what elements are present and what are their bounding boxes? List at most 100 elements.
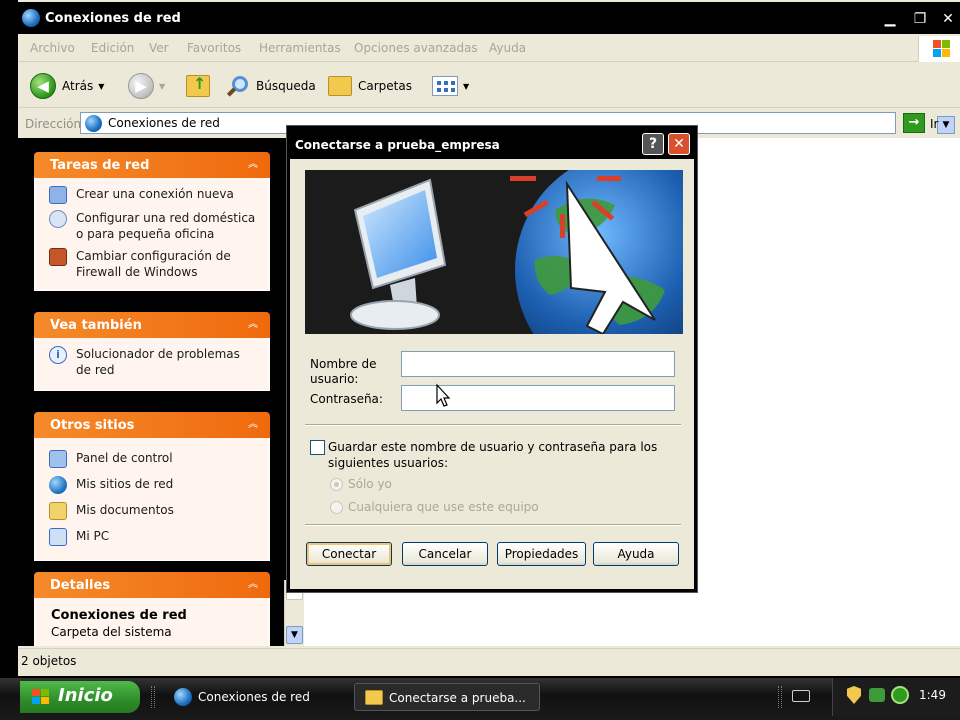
collapse-chevron-icon[interactable]: ︽ xyxy=(245,317,261,333)
dialog-title: Conectarse a prueba_empresa xyxy=(295,138,500,152)
forward-dropdown-icon[interactable]: ▼ xyxy=(159,82,165,91)
place-my-computer[interactable]: Mi PC xyxy=(49,528,259,546)
menu-favoritos[interactable]: Favoritos xyxy=(187,41,241,55)
close-button[interactable]: ✕ xyxy=(938,10,958,28)
username-input[interactable] xyxy=(401,351,675,377)
place-my-documents[interactable]: Mis documentos xyxy=(49,502,259,520)
start-label: Inicio xyxy=(58,685,113,706)
toolbar: ◀ Atrás ▼ ▶ ▼ ↑ Búsqueda Carpetas ▼ xyxy=(18,64,960,108)
panel-other-places: Otros sitios ︽ Panel de control Mis siti… xyxy=(34,412,270,561)
task-troubleshooter[interactable]: i Solucionador de problemas de red xyxy=(49,346,259,378)
status-text: 2 objetos xyxy=(21,654,77,668)
menu-herramientas[interactable]: Herramientas xyxy=(259,41,341,55)
network-connections-icon xyxy=(174,688,192,706)
menu-opciones-avanzadas[interactable]: Opciones avanzadas xyxy=(354,41,478,55)
menu-edicion[interactable]: Edición xyxy=(91,41,134,55)
properties-button[interactable]: Propiedades xyxy=(497,542,586,566)
minimize-button[interactable]: ▁ xyxy=(880,10,900,28)
menu-ayuda[interactable]: Ayuda xyxy=(489,41,526,55)
address-dropdown-icon[interactable]: ▼ xyxy=(937,116,955,134)
window-titlebar[interactable]: Conexiones de red ▁ ❐ ✕ xyxy=(18,2,960,34)
radio-anyone-label: Cualquiera que use este equipo xyxy=(348,500,539,514)
task-label: Crear una conexión nueva xyxy=(76,187,234,201)
panel-details-header[interactable]: Detalles ︽ xyxy=(34,572,270,598)
computer-icon xyxy=(49,528,67,546)
forward-arrow-icon: ▶ xyxy=(128,73,154,99)
place-label: Mi PC xyxy=(76,529,110,543)
menu-ver[interactable]: Ver xyxy=(149,41,169,55)
up-folder-button[interactable]: ↑ xyxy=(186,72,210,100)
desktop: Conexiones de red ▁ ❐ ✕ Archivo Edición … xyxy=(0,0,960,720)
task-label: Conexiones de red xyxy=(198,690,310,704)
menu-bar: Archivo Edición Ver Favoritos Herramient… xyxy=(18,36,960,62)
security-shield-icon[interactable] xyxy=(847,686,861,704)
dialog-help-button[interactable]: Ayuda xyxy=(593,542,679,566)
folders-icon xyxy=(328,76,352,96)
username-label: Nombre de usuario: xyxy=(310,357,377,386)
save-credentials-checkbox[interactable] xyxy=(310,440,325,455)
banner-illustration xyxy=(305,170,683,334)
place-label: Mis sitios de red xyxy=(76,477,174,491)
panel-other-places-header[interactable]: Otros sitios ︽ xyxy=(34,412,270,438)
go-button[interactable]: Ir xyxy=(930,117,938,131)
panel-body: Panel de control Mis sitios de red Mis d… xyxy=(34,438,270,561)
connect-dialog: Conectarse a prueba_empresa ? ✕ Nombre d… xyxy=(287,126,697,592)
place-control-panel[interactable]: Panel de control xyxy=(49,450,259,468)
task-label: Cambiar configuración de Firewall de Win… xyxy=(76,249,231,279)
keyboard-icon[interactable] xyxy=(792,690,810,702)
restore-button[interactable]: ❐ xyxy=(910,10,930,28)
dialog-close-button[interactable]: ✕ xyxy=(668,133,690,155)
dialog-titlebar[interactable]: Conectarse a prueba_empresa ? ✕ xyxy=(290,129,694,159)
collapse-chevron-icon[interactable]: ︽ xyxy=(245,157,261,173)
help-button[interactable]: ? xyxy=(642,133,664,155)
window-title: Conexiones de red xyxy=(45,11,181,26)
cancel-button[interactable]: Cancelar xyxy=(402,542,488,566)
views-icon xyxy=(432,76,458,96)
network-places-icon xyxy=(49,476,67,494)
panel-body: Conexiones de red Carpeta del sistema xyxy=(34,598,270,646)
back-dropdown-icon[interactable]: ▼ xyxy=(98,82,104,91)
views-dropdown-icon[interactable]: ▼ xyxy=(463,82,469,91)
task-home-network[interactable]: Configurar una red doméstica o para pequ… xyxy=(49,210,259,242)
scroll-down-icon[interactable]: ▼ xyxy=(286,626,303,644)
radio-anyone[interactable] xyxy=(330,501,343,514)
collapse-chevron-icon[interactable]: ︽ xyxy=(245,577,261,593)
panel-body: Crear una conexión nueva Configurar una … xyxy=(34,178,270,291)
clock[interactable]: 1:49 xyxy=(919,688,946,702)
home-network-icon xyxy=(49,210,67,228)
control-panel-icon xyxy=(49,450,67,468)
task-pane: Tareas de red ︽ Crear una conexión nueva… xyxy=(18,138,288,646)
views-button[interactable]: ▼ xyxy=(432,72,469,100)
panel-network-tasks-header[interactable]: Tareas de red ︽ xyxy=(34,152,270,178)
menu-archivo[interactable]: Archivo xyxy=(30,41,75,55)
panel-details: Detalles ︽ Conexiones de red Carpeta del… xyxy=(34,572,270,646)
save-credentials-label: Guardar este nombre de usuario y contras… xyxy=(328,440,658,470)
back-label: Atrás xyxy=(62,79,94,93)
search-icon xyxy=(226,74,250,98)
task-new-connection[interactable]: Crear una conexión nueva xyxy=(49,186,259,204)
radio-only-me[interactable] xyxy=(330,478,343,491)
password-label: Contraseña: xyxy=(310,392,383,406)
search-button[interactable]: Búsqueda xyxy=(226,72,316,100)
place-label: Mis documentos xyxy=(76,503,174,517)
task-firewall[interactable]: Cambiar configuración de Firewall de Win… xyxy=(49,248,259,280)
windows-flag-icon xyxy=(32,689,50,705)
taskbar-grip[interactable] xyxy=(151,686,155,708)
start-button[interactable]: Inicio xyxy=(20,681,140,713)
place-network-places[interactable]: Mis sitios de red xyxy=(49,476,259,494)
up-folder-icon: ↑ xyxy=(186,74,210,97)
dialog-banner xyxy=(305,170,683,334)
task-network-connections[interactable]: Conexiones de red xyxy=(164,683,346,711)
task-label: Conectarse a prueba... xyxy=(389,691,526,705)
task-connect-dialog[interactable]: Conectarse a prueba... xyxy=(354,683,540,711)
tray-app-icon[interactable] xyxy=(891,686,909,704)
go-arrow-icon[interactable]: → xyxy=(903,113,925,133)
back-button[interactable]: ◀ Atrás ▼ xyxy=(30,72,104,100)
collapse-chevron-icon[interactable]: ︽ xyxy=(245,417,261,433)
forward-button[interactable]: ▶ ▼ xyxy=(128,72,165,100)
taskbar-grip[interactable] xyxy=(778,686,782,708)
folders-button[interactable]: Carpetas xyxy=(328,72,412,100)
connect-button[interactable]: Conectar xyxy=(306,542,392,566)
panel-see-also-header[interactable]: Vea también ︽ xyxy=(34,312,270,338)
network-tray-icon[interactable] xyxy=(869,688,885,702)
